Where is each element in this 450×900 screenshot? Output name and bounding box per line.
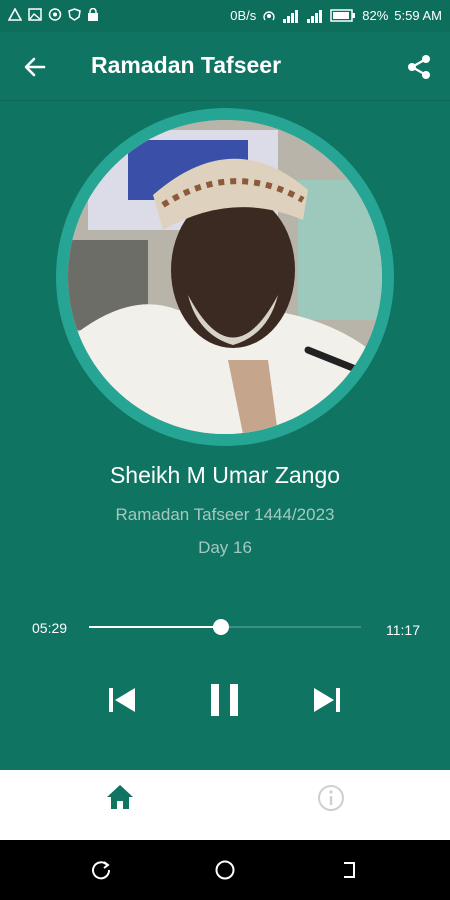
next-button[interactable] — [308, 680, 348, 720]
bottom-navigation — [0, 770, 450, 840]
total-time: 11:17 — [386, 622, 420, 638]
seek-bar-progress — [89, 626, 222, 628]
home-system-button[interactable] — [214, 859, 236, 881]
lock-icon — [88, 8, 98, 21]
info-icon — [318, 785, 344, 811]
status-bar: 0B/s 82% 5:59 AM — [0, 0, 450, 32]
skip-previous-icon — [109, 688, 135, 712]
seek-bar[interactable] — [89, 619, 361, 635]
arrow-left-icon — [24, 57, 46, 77]
previous-button[interactable] — [101, 680, 141, 720]
pause-icon — [211, 684, 238, 716]
system-navigation-bar — [0, 840, 450, 900]
clock: 5:59 AM — [394, 8, 442, 23]
back-system-button[interactable] — [338, 859, 360, 881]
status-icons-right: 0B/s 82% 5:59 AM — [230, 8, 442, 23]
battery-level: 82% — [362, 8, 389, 23]
app-bar: Ramadan Tafseer — [0, 32, 450, 101]
speaker-name: Sheikh M Umar Zango — [109, 462, 341, 488]
signal-icon-2 — [307, 9, 323, 23]
shield-icon — [68, 8, 81, 21]
recent-apps-icon — [92, 861, 111, 880]
current-time: 05:29 — [32, 620, 68, 636]
nav-home-button[interactable] — [105, 782, 135, 812]
episode-title: Day 16 — [198, 538, 252, 557]
skip-next-icon — [314, 688, 340, 712]
share-icon — [408, 55, 430, 79]
network-speed: 0B/s — [230, 8, 257, 23]
record-icon — [48, 8, 62, 21]
battery-icon — [330, 9, 356, 22]
nav-info-button[interactable] — [317, 784, 345, 812]
album-art-ring — [56, 108, 394, 446]
back-system-icon — [344, 862, 355, 878]
speaker-photo — [68, 120, 382, 434]
hotspot-icon — [263, 10, 275, 20]
circle-home-icon — [215, 860, 235, 880]
signal-icon — [283, 9, 299, 23]
recent-apps-button[interactable] — [90, 859, 112, 881]
album-title: Ramadan Tafseer 1444/2023 — [115, 505, 335, 524]
seek-bar-thumb[interactable] — [213, 619, 230, 635]
image-icon — [28, 8, 42, 21]
pause-button[interactable] — [205, 680, 245, 720]
home-icon — [107, 785, 133, 809]
share-button[interactable] — [404, 52, 434, 82]
status-icons-left — [8, 8, 99, 21]
back-button[interactable] — [20, 52, 50, 82]
warning-icon — [8, 8, 22, 21]
page-title: Ramadan Tafseer — [91, 52, 282, 78]
